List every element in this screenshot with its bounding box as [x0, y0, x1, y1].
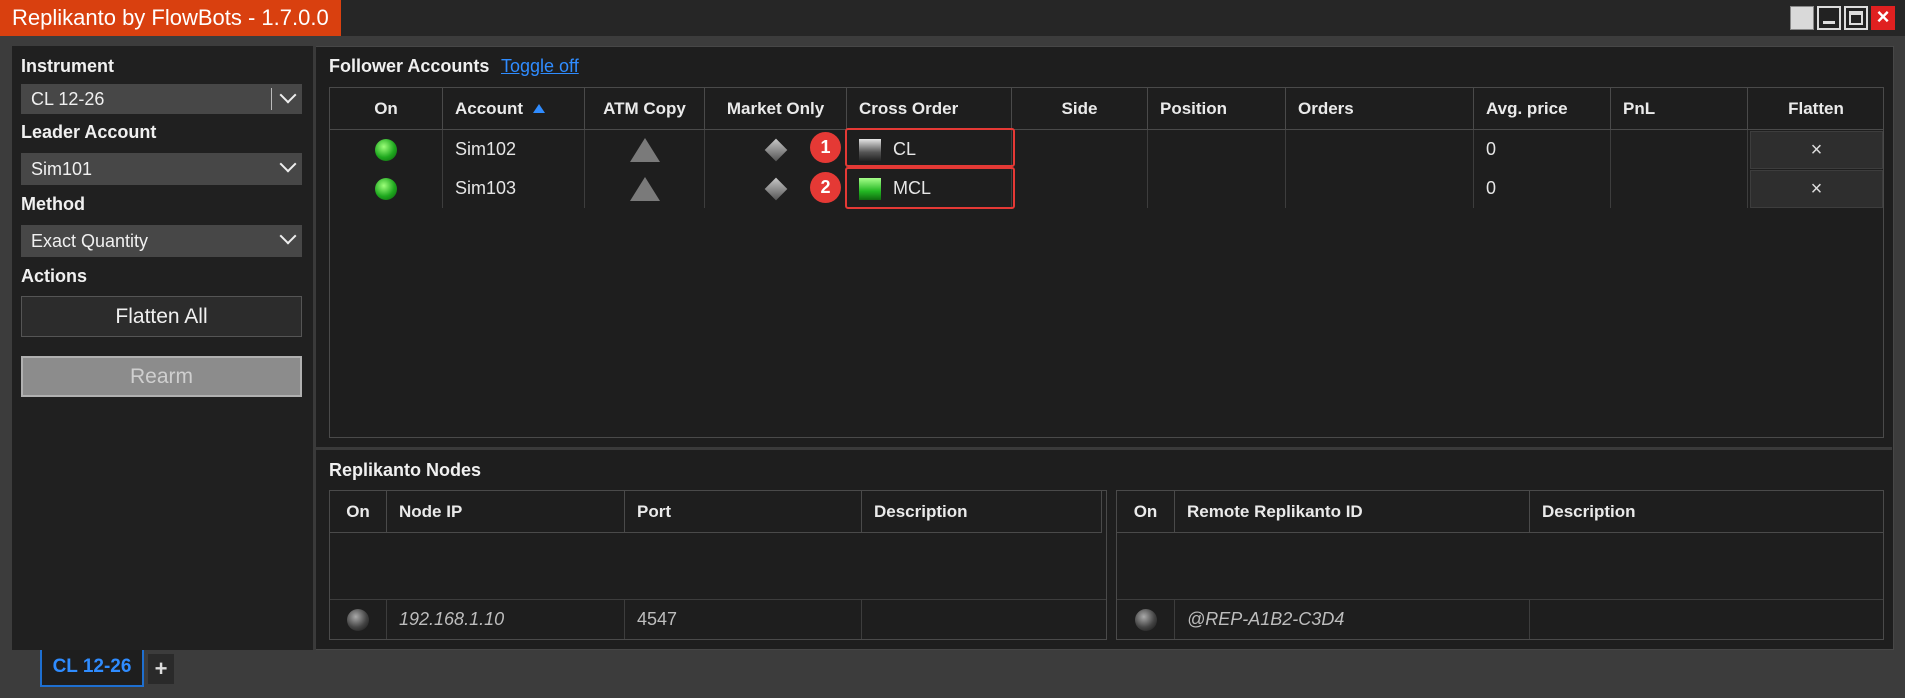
follower-accounts-title: Follower Accounts	[329, 56, 490, 76]
instrument-label: Instrument	[21, 56, 115, 76]
highlight-box-1	[845, 128, 1015, 167]
status-off-icon	[347, 609, 369, 632]
triangle-icon	[629, 138, 660, 163]
leader-account-select[interactable]: Sim101	[21, 153, 302, 185]
close-button[interactable]: ×	[1871, 6, 1895, 30]
replikanto-nodes-title: Replikanto Nodes	[329, 460, 482, 480]
actions-label: Actions	[21, 266, 88, 286]
col-pnl[interactable]: PnL	[1611, 88, 1748, 130]
divider	[271, 88, 272, 110]
node-row-description[interactable]	[862, 599, 1106, 639]
row2-orders	[1286, 169, 1474, 208]
row1-avg-price: 0	[1474, 130, 1611, 169]
section-divider	[316, 447, 1892, 450]
highlight-box-2	[845, 167, 1015, 209]
method-value: Exact Quantity	[31, 231, 149, 251]
node-row-on[interactable]	[330, 599, 387, 639]
col-remote-on[interactable]: On	[1117, 491, 1175, 533]
restore-button[interactable]	[1790, 6, 1814, 30]
col-node-on[interactable]: On	[330, 491, 387, 533]
node-row-ip[interactable]: 192.168.1.10	[387, 599, 625, 639]
method-label: Method	[21, 194, 85, 214]
row1-orders	[1286, 130, 1474, 169]
row1-flatten-button[interactable]: ×	[1750, 131, 1883, 169]
remote-id-grid: On Remote Replikanto ID Description @REP…	[1116, 490, 1884, 640]
diamond-icon	[764, 138, 787, 162]
row2-avg-price: 0	[1474, 169, 1611, 208]
row2-atm-copy[interactable]	[585, 169, 705, 208]
method-select[interactable]: Exact Quantity	[21, 225, 302, 257]
instrument-select[interactable]: CL 12-26	[21, 84, 302, 114]
remote-row-description[interactable]	[1530, 599, 1883, 639]
app-title: Replikanto by FlowBots - 1.7.0.0	[0, 0, 341, 36]
col-node-description[interactable]: Description	[862, 491, 1102, 533]
annotation-badge-1: 1	[810, 132, 841, 163]
tab-cl-12-26[interactable]: CL 12-26	[40, 650, 144, 687]
row1-side	[1012, 130, 1148, 169]
chevron-down-icon	[279, 227, 297, 245]
col-side[interactable]: Side	[1012, 88, 1148, 130]
follower-accounts-grid: On Account ATM Copy Market Only Cross Or…	[329, 87, 1884, 438]
remote-row-on[interactable]	[1117, 599, 1175, 639]
row1-atm-copy[interactable]	[585, 130, 705, 169]
col-remote-id[interactable]: Remote Replikanto ID	[1175, 491, 1530, 533]
leader-account-value: Sim101	[31, 159, 93, 179]
minimize-button[interactable]	[1817, 6, 1841, 30]
flatten-all-button[interactable]: Flatten All	[21, 296, 302, 337]
instrument-value: CL 12-26	[31, 89, 105, 109]
maximize-button[interactable]	[1844, 6, 1868, 30]
col-orders[interactable]: Orders	[1286, 88, 1474, 130]
col-avg-price[interactable]: Avg. price	[1474, 88, 1611, 130]
row2-account: Sim103	[443, 169, 585, 208]
row1-account: Sim102	[443, 130, 585, 169]
col-account[interactable]: Account	[443, 88, 585, 130]
leader-account-label: Leader Account	[21, 122, 157, 142]
status-off-icon	[1134, 609, 1157, 632]
row2-on[interactable]	[330, 169, 443, 208]
row2-pnl	[1611, 169, 1748, 208]
row2-flatten-button[interactable]: ×	[1750, 170, 1883, 208]
col-on[interactable]: On	[330, 88, 443, 130]
row2-side	[1012, 169, 1148, 208]
annotation-badge-2: 2	[810, 172, 841, 203]
node-row-port[interactable]: 4547	[625, 599, 862, 639]
remote-row-id[interactable]: @REP-A1B2-C3D4	[1175, 599, 1530, 639]
status-on-icon	[375, 178, 397, 201]
row1-position	[1148, 130, 1286, 169]
row1-pnl	[1611, 130, 1748, 169]
triangle-icon	[629, 177, 660, 202]
status-on-icon	[375, 139, 397, 162]
chevron-down-icon	[279, 155, 297, 173]
rearm-button[interactable]: Rearm	[21, 356, 302, 397]
col-atm-copy[interactable]: ATM Copy	[585, 88, 705, 130]
col-flatten[interactable]: Flatten	[1748, 88, 1884, 130]
col-node-ip[interactable]: Node IP	[387, 491, 625, 533]
col-position[interactable]: Position	[1148, 88, 1286, 130]
diamond-icon	[764, 177, 787, 201]
col-port[interactable]: Port	[625, 491, 862, 533]
col-market-only[interactable]: Market Only	[705, 88, 847, 130]
sort-ascending-icon	[533, 104, 545, 113]
row2-position	[1148, 169, 1286, 208]
node-ip-grid: On Node IP Port Description 192.168.1.10…	[329, 490, 1107, 640]
chevron-down-icon	[279, 86, 297, 104]
toggle-off-link[interactable]: Toggle off	[501, 56, 579, 77]
col-cross-order[interactable]: Cross Order	[847, 88, 1012, 130]
add-tab-button[interactable]: +	[148, 654, 174, 684]
col-account-label: Account	[455, 99, 523, 118]
row1-on[interactable]	[330, 130, 443, 169]
col-remote-description[interactable]: Description	[1530, 491, 1883, 533]
